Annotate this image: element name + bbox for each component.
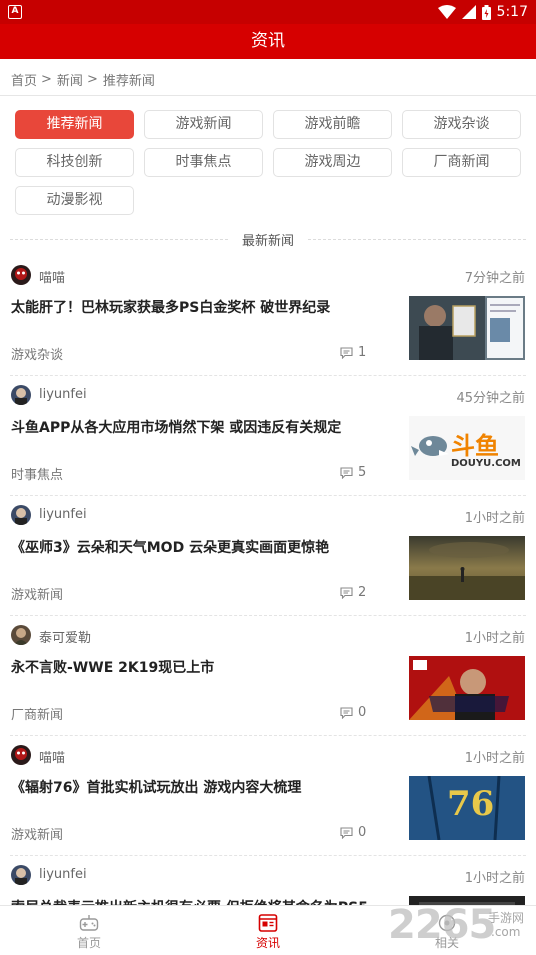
watermark: 2265 手游网 .com (388, 900, 534, 950)
category-game-talk[interactable]: 游戏杂谈 (402, 110, 521, 139)
news-author[interactable]: liyunfei (39, 867, 87, 882)
avatar (11, 865, 31, 885)
news-thumbnail[interactable]: 76 (409, 776, 525, 840)
news-thumbnail[interactable] (409, 536, 525, 600)
news-category[interactable]: 游戏新闻 (11, 824, 63, 843)
status-bar: A 5:17 (0, 0, 536, 24)
news-time: 7分钟之前 (464, 271, 525, 286)
category-current-affairs[interactable]: 时事焦点 (144, 148, 263, 177)
news-title[interactable]: 斗鱼APP从各大应用市场悄然下架 或因违反有关规定 (11, 417, 391, 437)
system-icons: 5:17 (437, 3, 528, 21)
news-thumbnail[interactable]: 斗鱼 DOUYU.COM (409, 416, 525, 480)
battery-icon (481, 4, 491, 20)
category-game-news[interactable]: 游戏新闻 (144, 110, 263, 139)
category-game-preview[interactable]: 游戏前瞻 (273, 110, 392, 139)
comment-icon (340, 706, 353, 719)
news-category[interactable]: 游戏杂谈 (11, 344, 63, 363)
news-title[interactable]: 《辐射76》首批实机试玩放出 游戏内容大梳理 (11, 777, 391, 797)
breadcrumb-news[interactable]: 新闻 (57, 70, 83, 89)
news-time: 45分钟之前 (456, 391, 525, 406)
breadcrumb-home[interactable]: 首页 (11, 70, 37, 89)
jersey-number: 76 (447, 784, 495, 824)
news-item[interactable]: liyunfei 45分钟之前 斗鱼APP从各大应用市场悄然下架 或因违反有关规… (0, 376, 536, 496)
status-time: 5:17 (496, 4, 528, 20)
signal-icon (461, 5, 476, 19)
news-thumbnail[interactable] (409, 656, 525, 720)
news-category[interactable]: 时事焦点 (11, 464, 63, 483)
news-title[interactable]: 太能肝了！巴林玩家获最多PS白金奖杯 破世界纪录 (11, 297, 391, 317)
news-comments: 1 (340, 345, 366, 360)
tab-news-label: 资讯 (255, 936, 280, 950)
news-thumbnail[interactable] (409, 296, 525, 360)
breadcrumb-current: 推荐新闻 (102, 73, 155, 89)
watermark-domain: .com (491, 925, 521, 939)
avatar (11, 265, 31, 285)
breadcrumb-separator: > (86, 71, 98, 87)
avatar (11, 385, 31, 405)
news-icon (258, 914, 278, 932)
news-item[interactable]: 喵喵 1小时之前 《辐射76》首批实机试玩放出 游戏内容大梳理 游戏新闻 0 7… (0, 736, 536, 856)
comment-count: 2 (358, 585, 367, 600)
comment-icon (340, 586, 353, 599)
wifi-icon (437, 5, 456, 19)
news-item[interactable]: 喵喵 7分钟之前 太能肝了！巴林玩家获最多PS白金奖杯 破世界纪录 游戏杂谈 1 (0, 256, 536, 376)
news-item[interactable]: 泰可爱勒 1小时之前 永不言败-WWE 2K19现已上市 厂商新闻 0 (0, 616, 536, 736)
news-author[interactable]: liyunfei (39, 387, 87, 402)
avatar (11, 505, 31, 525)
watermark-text: 手游网 (488, 911, 525, 925)
douyu-logo-subtext: DOUYU.COM (451, 458, 521, 469)
category-anime-film[interactable]: 动漫影视 (15, 186, 134, 215)
news-author[interactable]: 喵喵 (39, 747, 65, 766)
news-comments: 0 (340, 825, 366, 840)
comment-count: 0 (358, 825, 367, 840)
avatar (11, 745, 31, 765)
news-comments: 5 (340, 465, 366, 480)
news-time: 1小时之前 (464, 631, 525, 646)
news-time: 1小时之前 (464, 511, 525, 526)
news-comments: 2 (340, 585, 366, 600)
category-vendor-news[interactable]: 厂商新闻 (402, 148, 521, 177)
news-time: 1小时之前 (464, 751, 525, 766)
breadcrumb-separator: > (41, 71, 52, 87)
comment-icon (340, 346, 353, 359)
news-category[interactable]: 游戏新闻 (11, 584, 63, 603)
douyu-logo-text: 斗鱼 (451, 432, 499, 460)
divider (308, 239, 526, 240)
comment-icon (340, 826, 353, 839)
app-header: 资讯 (0, 24, 536, 59)
news-time: 1小时之前 (464, 871, 525, 886)
divider (0, 95, 536, 96)
page-title: 资讯 (251, 31, 285, 51)
gamepad-icon (79, 915, 99, 931)
watermark-number: 2265 (388, 902, 496, 948)
news-title[interactable]: 永不言败-WWE 2K19现已上市 (11, 657, 391, 677)
comment-count: 0 (358, 705, 367, 720)
news-author[interactable]: liyunfei (39, 507, 87, 522)
comment-count: 5 (358, 465, 367, 480)
avatar (11, 625, 31, 645)
news-author[interactable]: 泰可爱勒 (39, 627, 91, 646)
notification-icon: A (8, 5, 22, 19)
comment-count: 1 (358, 345, 367, 360)
tab-home-label: 首页 (76, 936, 101, 950)
category-recommended[interactable]: 推荐新闻 (15, 110, 134, 139)
comment-icon (340, 466, 353, 479)
news-comments: 0 (340, 705, 366, 720)
news-item[interactable]: liyunfei 1小时之前 《巫师3》云朵和天气MOD 云朵更真实画面更惊艳 … (0, 496, 536, 616)
news-category[interactable]: 厂商新闻 (11, 704, 63, 723)
tab-news[interactable]: 资讯 (179, 906, 357, 955)
news-title[interactable]: 《巫师3》云朵和天气MOD 云朵更真实画面更惊艳 (11, 537, 391, 557)
news-author[interactable]: 喵喵 (39, 267, 65, 286)
tab-home[interactable]: 首页 (0, 906, 178, 955)
category-tech[interactable]: 科技创新 (15, 148, 134, 177)
section-title: 最新新闻 (10, 229, 526, 251)
category-game-merch[interactable]: 游戏周边 (273, 148, 392, 177)
breadcrumb: 首页 > 新闻 > 推荐新闻 (11, 68, 155, 90)
